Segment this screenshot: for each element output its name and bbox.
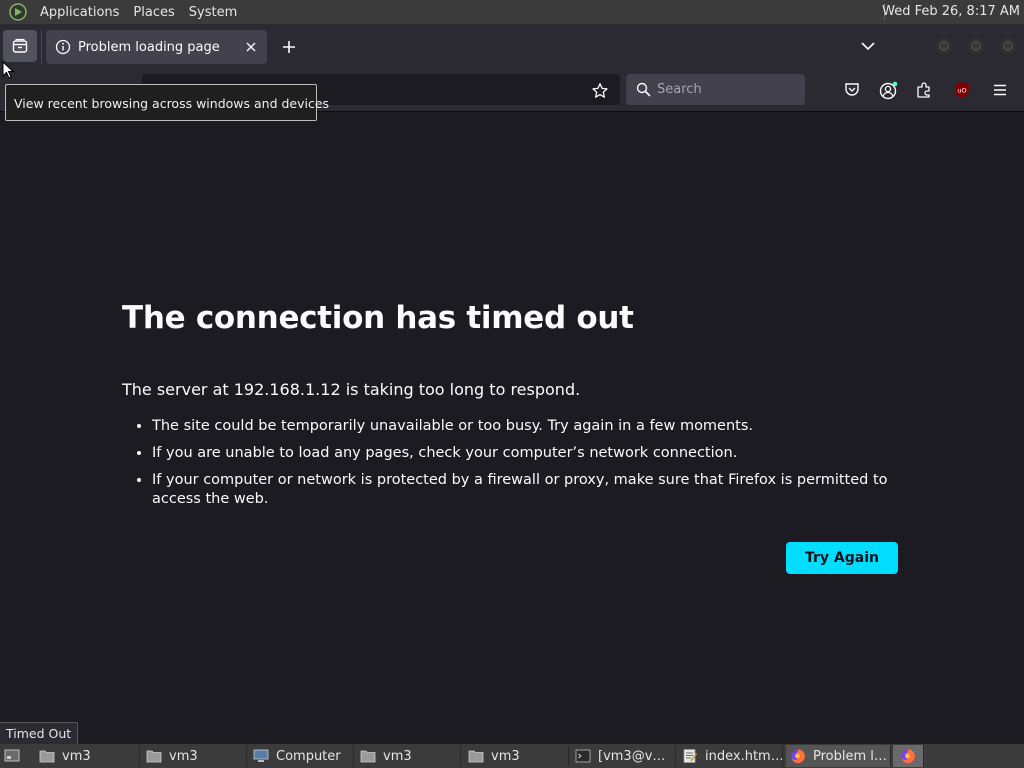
folder-icon (146, 750, 162, 763)
browser-tab-bar: Problem loading page (0, 24, 1024, 69)
firefox-launcher[interactable] (893, 745, 924, 767)
places-menu[interactable]: Places (133, 5, 174, 20)
list-item: If your computer or network is protected… (152, 471, 902, 509)
clock[interactable]: Wed Feb 26, 8:17 AM (882, 4, 1020, 19)
info-icon (55, 39, 71, 55)
try-again-button[interactable]: Try Again (786, 542, 898, 574)
error-suggestions-list: The site could be temporarily unavailabl… (122, 417, 902, 509)
show-desktop-button[interactable] (0, 744, 24, 768)
taskbar-item[interactable]: Computer (249, 745, 354, 767)
search-placeholder: Search (657, 82, 702, 97)
text-editor-icon (683, 749, 698, 763)
taskbar-item[interactable]: vm3 (35, 745, 140, 767)
taskbar-item-label: vm3 (491, 748, 520, 764)
status-panel: Timed Out (0, 722, 79, 746)
folder-icon (360, 750, 376, 763)
system-menu[interactable]: System (189, 5, 237, 20)
tab-separator (41, 30, 42, 64)
error-intro: The server at 192.168.1.12 is taking too… (122, 380, 581, 399)
maximize-window-button[interactable] (968, 38, 984, 54)
taskbar-item[interactable]: vm3 (464, 745, 569, 767)
taskbar-item-label: [vm3@v… (598, 748, 666, 764)
ublock-origin-icon[interactable]: uO (953, 81, 971, 99)
list-item: If you are unable to load any pages, che… (152, 444, 902, 463)
taskbar-item-label: Problem l… (813, 748, 887, 764)
taskbar-item[interactable]: index.htm… (678, 745, 783, 767)
tab-active[interactable]: Problem loading page (46, 30, 267, 64)
folder-icon (39, 750, 55, 763)
firefox-icon (791, 749, 805, 764)
pocket-icon[interactable] (843, 81, 861, 99)
firefox-icon (901, 749, 915, 764)
terminal-icon (575, 749, 591, 763)
bookmark-star-icon[interactable] (591, 82, 609, 100)
computer-icon (253, 749, 269, 762)
system-top-panel: Applications Places System Wed Feb 26, 8… (0, 0, 1024, 24)
distro-logo-icon[interactable] (9, 3, 27, 21)
new-tab-icon[interactable] (279, 37, 299, 57)
applications-menu[interactable]: Applications (40, 5, 119, 20)
taskbar-item[interactable]: [vm3@v… (571, 745, 676, 767)
close-window-button[interactable] (1000, 38, 1016, 54)
error-page-content: The connection has timed out The server … (122, 300, 902, 517)
tab-title: Problem loading page (78, 39, 220, 55)
search-box[interactable]: Search (626, 74, 805, 105)
list-item: The site could be temporarily unavailabl… (152, 417, 902, 436)
taskbar-item-label: vm3 (383, 748, 412, 764)
account-icon[interactable] (879, 81, 898, 100)
taskbar-item-label: index.htm… (705, 748, 783, 764)
taskbar-item-label: vm3 (62, 748, 91, 764)
error-title: The connection has timed out (122, 300, 634, 336)
minimize-window-button[interactable] (936, 38, 952, 54)
hamburger-menu-icon[interactable] (991, 81, 1009, 99)
taskbar-item-active[interactable]: Problem l… (786, 745, 891, 767)
search-icon (636, 82, 651, 97)
taskbar-item-label: Computer (276, 748, 341, 764)
mouse-cursor-icon (2, 61, 14, 79)
firefox-view-tooltip: View recent browsing across windows and … (5, 84, 329, 121)
taskbar-item[interactable]: vm3 (356, 745, 461, 767)
taskbar-item[interactable]: vm3 (142, 745, 247, 767)
firefox-view-icon (12, 38, 28, 53)
firefox-view-button[interactable] (3, 30, 37, 62)
close-tab-icon[interactable] (243, 39, 259, 55)
folder-icon (468, 750, 484, 763)
bottom-taskbar: vm3 vm3 Computer vm3 vm3 [vm3@v… index.h… (0, 744, 1024, 768)
show-desktop-icon (4, 749, 20, 762)
chevron-down-icon[interactable] (860, 40, 876, 52)
extensions-icon[interactable] (915, 81, 933, 99)
svg-text:uO: uO (957, 87, 966, 95)
taskbar-item-label: vm3 (169, 748, 198, 764)
